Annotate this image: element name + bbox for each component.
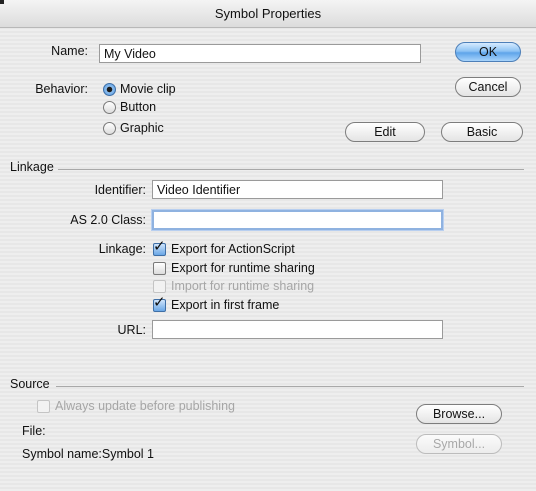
export-runtime-sharing-checkbox[interactable] (153, 262, 166, 275)
import-runtime-sharing-checkbox (153, 280, 166, 293)
export-actionscript-checkbox[interactable]: ✓ (153, 239, 166, 256)
window-corner (0, 0, 4, 4)
as-class-label: AS 2.0 Class: (70, 213, 146, 227)
url-input[interactable] (152, 320, 443, 339)
always-update-checkbox (37, 400, 50, 413)
checkmark-icon: ✓ (153, 238, 166, 255)
ok-button[interactable]: OK (455, 42, 521, 62)
title-bar[interactable]: Symbol Properties (0, 0, 536, 28)
as-class-input[interactable] (152, 210, 443, 230)
basic-button[interactable]: Basic (441, 122, 523, 142)
radio-movie-clip[interactable] (103, 83, 116, 96)
name-input[interactable] (99, 44, 421, 63)
radio-movie-clip-label[interactable]: Movie clip (120, 82, 176, 96)
export-actionscript-label[interactable]: Export for ActionScript (171, 242, 295, 256)
name-label: Name: (51, 44, 88, 58)
behavior-label: Behavior: (35, 82, 88, 96)
symbol-name-text: Symbol name:Symbol 1 (22, 447, 155, 461)
file-label: File: (22, 424, 46, 438)
export-first-frame-label[interactable]: Export in first frame (171, 298, 279, 312)
edit-button[interactable]: Edit (345, 122, 425, 142)
symbol-properties-dialog: Symbol Properties Name: Behavior: Movie … (0, 0, 536, 491)
checkmark-icon: ✓ (153, 294, 166, 311)
linkage-label: Linkage: (98, 242, 146, 256)
url-label: URL: (117, 323, 146, 337)
radio-button-label[interactable]: Button (120, 100, 156, 114)
export-runtime-sharing-label[interactable]: Export for runtime sharing (171, 261, 315, 275)
browse-button[interactable]: Browse... (416, 404, 502, 424)
window-title: Symbol Properties (214, 6, 322, 21)
import-runtime-sharing-label: Import for runtime sharing (171, 279, 315, 293)
source-section-title: Source (10, 377, 50, 391)
always-update-label: Always update before publishing (55, 399, 235, 413)
linkage-divider (58, 169, 524, 170)
linkage-section-title: Linkage (10, 160, 54, 174)
radio-graphic-label[interactable]: Graphic (120, 121, 164, 135)
identifier-label: Identifier: (94, 183, 146, 197)
symbol-button: Symbol... (416, 434, 502, 454)
identifier-input[interactable] (152, 180, 443, 199)
export-first-frame-checkbox[interactable]: ✓ (153, 295, 166, 312)
source-divider (56, 386, 524, 387)
radio-graphic[interactable] (103, 122, 116, 135)
cancel-button[interactable]: Cancel (455, 77, 521, 97)
radio-button[interactable] (103, 101, 116, 114)
